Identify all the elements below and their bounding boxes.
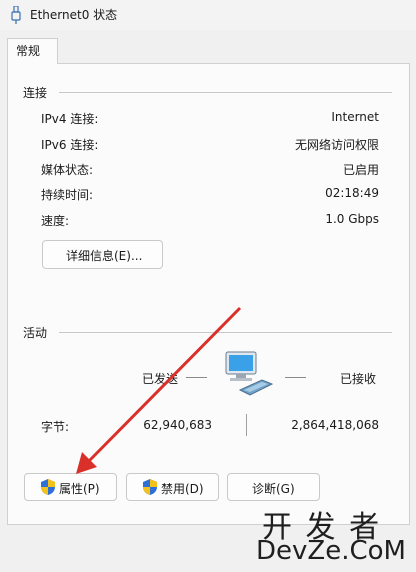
bytes-label: 字节: — [41, 420, 70, 434]
bytes-sent-value: 62,940,683 — [143, 418, 212, 432]
duration-label: 持续时间: — [41, 188, 94, 202]
window-title: Ethernet0 状态 — [30, 8, 118, 22]
duration-value: 02:18:49 — [325, 186, 379, 200]
diagnose-button-label: 诊断(G) — [252, 482, 295, 496]
media-state-label: 媒体状态: — [41, 163, 94, 177]
disable-button[interactable]: 禁用(D) — [126, 473, 219, 501]
bytes-received-value: 2,864,418,068 — [291, 418, 379, 432]
properties-button[interactable]: 属性(P) — [24, 473, 117, 501]
ipv6-label: IPv6 连接: — [41, 138, 99, 152]
connection-heading: 连接 — [23, 86, 48, 100]
speed-value: 1.0 Gbps — [325, 212, 379, 226]
sent-line — [186, 377, 207, 378]
details-button[interactable]: 详细信息(E)... — [42, 240, 163, 269]
activity-heading: 活动 — [23, 326, 48, 340]
tab-general[interactable]: 常规 — [7, 38, 58, 64]
watermark-line2: DevZe.CoM — [256, 536, 406, 566]
ipv4-label: IPv4 连接: — [41, 112, 99, 126]
tab-general-label: 常规 — [16, 44, 41, 58]
title-bar: Ethernet0 状态 — [0, 0, 416, 30]
details-button-label: 详细信息(E)... — [66, 249, 143, 263]
ipv4-value: Internet — [331, 110, 379, 124]
shield-icon — [143, 479, 157, 495]
connection-divider — [59, 92, 392, 93]
diagnose-button[interactable]: 诊断(G) — [227, 473, 320, 501]
speed-label: 速度: — [41, 214, 70, 228]
network-adapter-icon — [11, 6, 21, 24]
disable-button-label: 禁用(D) — [161, 482, 204, 496]
shield-icon — [41, 479, 55, 495]
bytes-separator — [246, 414, 247, 436]
tab-panel — [7, 63, 410, 525]
network-computers-icon — [225, 351, 274, 396]
received-line — [285, 377, 306, 378]
media-state-value: 已启用 — [342, 163, 379, 177]
activity-divider — [59, 332, 392, 333]
sent-label: 已发送 — [142, 372, 179, 386]
received-label: 已接收 — [340, 372, 377, 386]
ipv6-value: 无网络访问权限 — [294, 138, 379, 152]
properties-button-label: 属性(P) — [59, 482, 100, 496]
